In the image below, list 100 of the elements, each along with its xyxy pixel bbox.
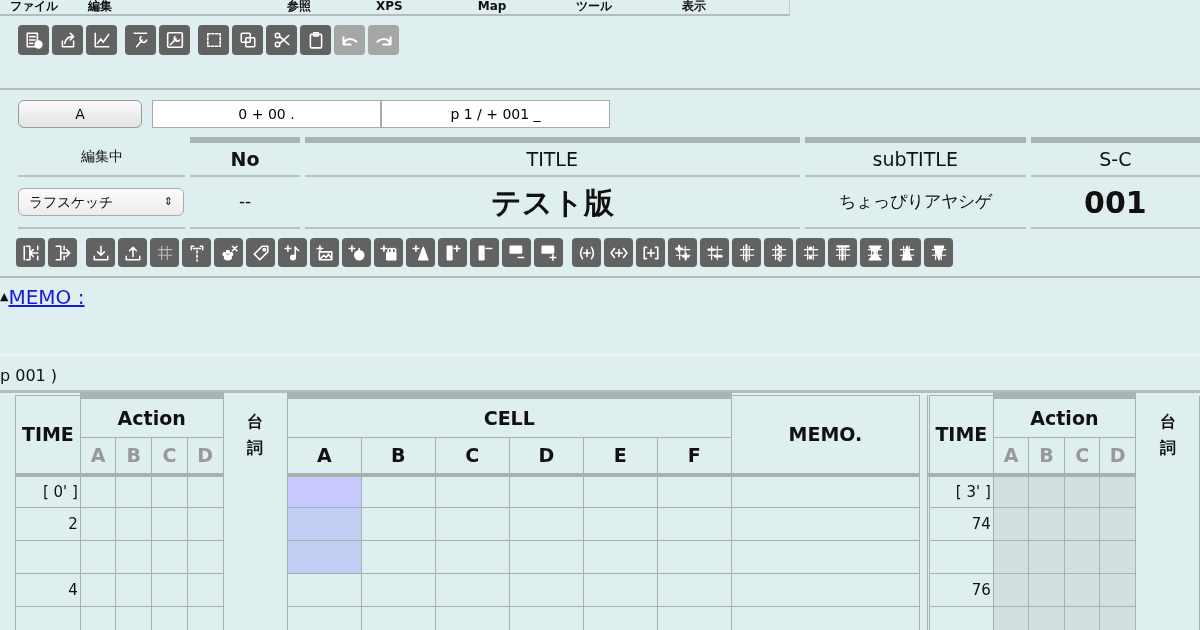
toolbar-button[interactable] <box>310 238 339 267</box>
layer-button[interactable]: A <box>18 100 142 128</box>
toolbar-button[interactable] <box>860 238 889 267</box>
toolbar-button[interactable] <box>438 238 467 267</box>
time-cell: [ 0' ] <box>15 474 81 508</box>
toolbar-button[interactable] <box>16 238 45 267</box>
toolbar-button[interactable] <box>764 238 793 267</box>
grid-dots-icon <box>801 243 820 262</box>
toolbar-button[interactable] <box>48 238 77 267</box>
column-header: TIME <box>928 395 994 475</box>
toolbar-button[interactable] <box>182 238 211 267</box>
page-field[interactable]: p 1 / + 001 _ <box>381 100 610 128</box>
toolbar-button[interactable] <box>18 25 49 55</box>
grid-v-icon <box>929 243 948 262</box>
note-plus-icon <box>283 243 302 262</box>
grid-lines-icon <box>737 243 756 262</box>
menu-item[interactable]: ツール <box>566 0 623 14</box>
column-header: C <box>151 437 188 475</box>
toolbar-button[interactable] <box>534 238 563 267</box>
toolbar-button[interactable] <box>278 238 307 267</box>
column-header: 台詞 <box>1159 411 1176 459</box>
toolbar-button[interactable] <box>159 25 190 55</box>
redo-icon <box>375 34 392 46</box>
time-cell: 4 <box>15 573 81 607</box>
grid-zigzag-icon <box>769 243 788 262</box>
menu-item[interactable]: Map <box>467 0 517 14</box>
toolbar-button[interactable] <box>892 238 921 267</box>
toolbar-button[interactable] <box>828 238 857 267</box>
grid-plus-icon <box>673 243 692 262</box>
status-label: 編集中 <box>80 146 123 166</box>
column-header: B <box>116 437 152 475</box>
toolbar-button[interactable] <box>470 238 499 267</box>
memo-link[interactable]: MEMO : <box>8 282 85 312</box>
grid-t-icon <box>833 243 852 262</box>
time-cell: 2 <box>15 507 81 541</box>
wrench-icon <box>131 31 150 49</box>
updown-arrow-icon: ⇕ <box>163 193 173 211</box>
toolbar-button[interactable] <box>374 238 403 267</box>
toolbar-button[interactable] <box>406 238 435 267</box>
chart-icon <box>92 31 111 49</box>
image-plus-icon <box>315 243 334 262</box>
column-header: Action <box>80 395 224 438</box>
toolbar-button[interactable] <box>572 238 601 267</box>
title-value: テスト版 <box>490 183 614 222</box>
toolbar-button[interactable] <box>732 238 761 267</box>
insert-right-icon <box>53 243 72 262</box>
insert-left-icon <box>21 243 40 262</box>
column-header: Action <box>993 395 1136 438</box>
column-header: D <box>509 437 584 475</box>
toolbar-button[interactable] <box>668 238 697 267</box>
toolbar-button[interactable] <box>796 238 825 267</box>
toolbar-button[interactable] <box>86 238 115 267</box>
sheet-cell[interactable] <box>287 540 362 574</box>
menu-item[interactable]: 編集 <box>78 0 122 14</box>
toolbar-button[interactable] <box>342 238 371 267</box>
sheet-cell[interactable] <box>287 573 362 607</box>
toolbar-button[interactable] <box>700 238 729 267</box>
toolbar-button[interactable] <box>52 25 83 55</box>
column-header: No <box>230 146 260 172</box>
toggle-icon[interactable]: ▲ <box>0 288 9 306</box>
frame-field[interactable]: 0 + 00 . <box>152 100 381 128</box>
toolbar-button[interactable] <box>502 238 531 267</box>
column-value: -- <box>238 190 252 214</box>
toolbar-button[interactable] <box>246 238 275 267</box>
column-header: B <box>361 437 436 475</box>
menu-item[interactable]: 表示 <box>672 0 717 14</box>
time-cell: 74 <box>928 507 994 541</box>
copy-icon <box>238 31 257 49</box>
toolbar-button[interactable] <box>604 238 633 267</box>
toolbar-button[interactable] <box>198 25 229 55</box>
toolbar-button[interactable] <box>214 238 243 267</box>
toolbar-button[interactable] <box>125 25 156 55</box>
sheet-icon <box>24 31 43 49</box>
toolbar-button[interactable] <box>300 25 331 55</box>
menu-item[interactable]: XPS <box>366 0 413 14</box>
toolbar-button[interactable] <box>266 25 297 55</box>
time-cell: 76 <box>928 573 994 607</box>
toolbar-button[interactable] <box>86 25 117 55</box>
wrench-icon <box>165 31 184 49</box>
time-cell: [ 3' ] <box>928 474 994 508</box>
page-label: p 001 ) <box>0 365 59 386</box>
column-header: C <box>435 437 510 475</box>
download-icon <box>91 243 110 262</box>
toolbar-button[interactable] <box>924 238 953 267</box>
mode-select[interactable]: ラフスケッチ ⇕ <box>18 188 184 216</box>
column-header: CELL <box>287 395 732 438</box>
sheet-cell[interactable] <box>287 507 362 541</box>
column-header: MEMO. <box>731 395 920 475</box>
scissors-icon <box>272 31 291 49</box>
toolbar-button[interactable] <box>118 238 147 267</box>
menu-item[interactable]: 参照 <box>277 0 321 14</box>
column-header: E <box>583 437 658 475</box>
toolbar-button[interactable] <box>636 238 665 267</box>
menu-item[interactable]: ファイル <box>0 0 68 14</box>
selection-icon <box>204 31 223 49</box>
column-header: subTITLE <box>872 146 958 172</box>
column-value: 001 <box>1084 183 1147 222</box>
toolbar-button[interactable] <box>232 25 263 55</box>
column-header: TITLE <box>526 146 578 172</box>
grid-minus-icon <box>705 243 724 262</box>
